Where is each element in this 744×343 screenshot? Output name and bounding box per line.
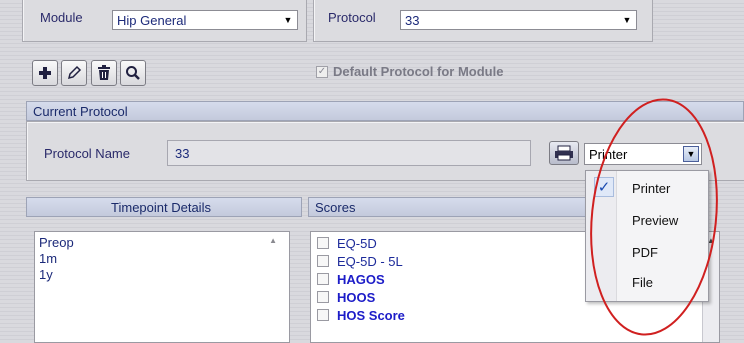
protocol-select-value: 33 [405,13,420,28]
protocol-label: Protocol [328,10,376,25]
chevron-down-icon[interactable]: ▼ [279,11,297,29]
default-protocol-checkbox[interactable]: ✓ [316,66,328,78]
plus-icon [39,67,51,79]
print-button[interactable] [549,141,579,165]
module-select[interactable]: Hip General ▼ [112,10,298,30]
printer-icon [555,145,573,161]
list-item[interactable]: HOOS [317,289,375,305]
list-item[interactable]: EQ-5D - 5L [317,253,403,269]
module-label: Module [40,10,83,25]
highlight-ellipse [590,98,718,336]
list-item[interactable]: EQ-5D [317,235,377,251]
protocol-select[interactable]: 33 ▼ [400,10,637,30]
checkbox[interactable] [317,237,329,249]
scroll-up-icon[interactable]: ▲ [269,236,277,245]
search-button[interactable] [120,60,146,86]
search-icon [126,66,140,80]
pencil-icon [67,65,82,80]
timepoint-list[interactable]: Preop 1m 1y ▲ [34,231,290,343]
scores-header: Scores [308,197,588,217]
protocol-name-label: Protocol Name [44,146,130,161]
trash-icon [98,65,110,80]
chevron-down-icon[interactable]: ▼ [618,11,636,29]
checkbox[interactable] [317,255,329,267]
list-item[interactable]: 1y [39,267,53,282]
protocol-name-field[interactable]: 33 [167,140,531,166]
checkbox[interactable] [317,291,329,303]
list-item[interactable]: HAGOS [317,271,385,287]
timepoint-header: Timepoint Details [26,197,302,217]
list-item[interactable]: Preop [39,235,74,250]
edit-button[interactable] [61,60,87,86]
list-item[interactable]: HOS Score [317,307,405,323]
checkbox[interactable] [317,309,329,321]
add-button[interactable] [32,60,58,86]
default-protocol-label: Default Protocol for Module [333,64,504,79]
delete-button[interactable] [91,60,117,86]
module-select-value: Hip General [117,13,187,28]
checkbox[interactable] [317,273,329,285]
protocol-name-value: 33 [175,146,190,161]
list-item[interactable]: 1m [39,251,57,266]
